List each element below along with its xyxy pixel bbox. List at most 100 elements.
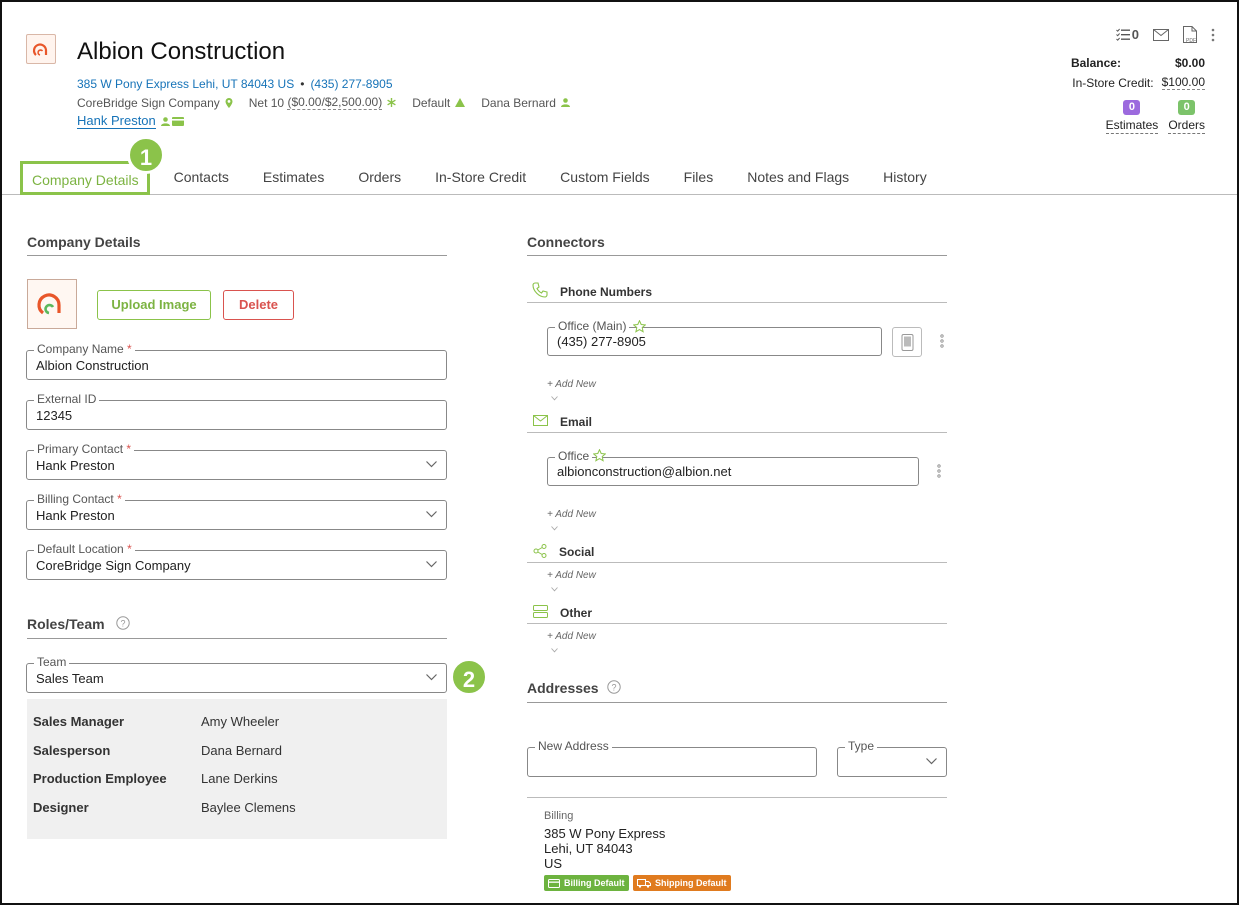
tab-custom-fields[interactable]: Custom Fields: [543, 169, 666, 195]
envelope-icon: [1153, 28, 1169, 41]
phone-numbers-heading: Phone Numbers: [560, 285, 653, 299]
tab-history[interactable]: History: [866, 169, 944, 195]
chevron-down-icon[interactable]: [551, 648, 558, 653]
app-window: Albion Construction 385 W Pony Express L…: [0, 0, 1239, 905]
triangle-icon: [455, 98, 466, 107]
office-phone-field[interactable]: Office (Main) (435) 277-8905: [547, 319, 882, 356]
chevron-down-icon[interactable]: [551, 587, 558, 592]
chevron-down-icon: [426, 674, 437, 681]
envelope-icon: [533, 415, 548, 426]
company-logo-large: [27, 279, 77, 329]
tab-estimates[interactable]: Estimates: [246, 169, 341, 195]
pricing-text: Default: [412, 95, 451, 110]
role-label: Production Employee: [33, 771, 167, 786]
svg-text:?: ?: [611, 683, 616, 693]
help-icon[interactable]: ?: [607, 680, 621, 694]
chevron-down-icon: [426, 461, 437, 468]
orders-count-link[interactable]: 0 Orders: [1168, 100, 1205, 134]
chevron-down-icon[interactable]: [551, 526, 558, 531]
header-actions: 0 PDF: [1115, 26, 1215, 44]
external-id-input[interactable]: 12345: [36, 408, 72, 423]
tab-orders[interactable]: Orders: [341, 169, 418, 195]
role-member: Amy Wheeler: [201, 714, 280, 729]
primary-contact-select[interactable]: Primary Contact * Hank Preston: [26, 442, 447, 480]
delete-image-button[interactable]: Delete: [223, 290, 294, 320]
add-social-link[interactable]: + Add New: [547, 570, 596, 581]
contact-link[interactable]: Hank Preston: [77, 113, 156, 129]
company-name-input[interactable]: Albion Construction: [36, 358, 149, 373]
more-options-button[interactable]: [1211, 28, 1215, 42]
salesperson-text: Dana Bernard: [481, 95, 556, 110]
office-phone-input[interactable]: (435) 277-8905: [557, 334, 646, 349]
add-phone-link[interactable]: + Add New: [547, 379, 596, 390]
company-details-heading: Company Details: [27, 234, 141, 250]
external-id-field[interactable]: External ID 12345: [26, 392, 447, 430]
asterisk-icon: [387, 98, 396, 107]
callout-badge-2: 2: [450, 658, 488, 696]
shipping-default-badge: Shipping Default: [633, 875, 731, 891]
company-logo-small: [26, 34, 56, 64]
star-outline-icon[interactable]: [593, 449, 606, 462]
team-select[interactable]: Team Sales Team: [26, 655, 447, 693]
orders-count-badge: 0: [1178, 100, 1196, 115]
chevron-down-icon[interactable]: [551, 396, 558, 401]
page-title: Albion Construction: [77, 38, 286, 65]
office-email-input[interactable]: albionconstruction@albion.net: [557, 464, 731, 479]
truck-icon: [637, 878, 651, 888]
tasks-button[interactable]: 0: [1115, 27, 1139, 42]
terms-text: Net 10: [248, 95, 285, 110]
star-outline-icon[interactable]: [633, 320, 646, 333]
store-credit-value[interactable]: $100.00: [1161, 75, 1205, 90]
svg-text:?: ?: [120, 619, 125, 629]
billing-address-label: Billing: [544, 810, 574, 822]
count-pills: 0 Estimates 0 Orders: [1105, 100, 1205, 134]
new-address-field[interactable]: New Address: [527, 739, 817, 777]
store-credit-row: In-Store Credit: $100.00: [1072, 75, 1205, 90]
billing-default-badge: Billing Default: [544, 875, 629, 891]
primary-contact-line: Hank Preston: [77, 113, 184, 129]
billing-contact-select[interactable]: Billing Contact * Hank Preston: [26, 492, 447, 530]
balance-label: Balance:: [1070, 56, 1121, 70]
estimates-count-link[interactable]: 0 Estimates: [1105, 100, 1159, 134]
email-more-options-icon[interactable]: [937, 464, 941, 478]
role-label: Sales Manager: [33, 714, 125, 729]
company-name-field[interactable]: Company Name * Albion Construction: [26, 342, 447, 380]
address-type-select[interactable]: Type: [837, 739, 947, 777]
mobile-toggle-button[interactable]: [892, 327, 922, 357]
phone-link[interactable]: (435) 277-8905: [310, 77, 392, 91]
kebab-icon: [1211, 28, 1215, 41]
address-link[interactable]: 385 W Pony Express Lehi, UT 84043 US: [77, 77, 294, 91]
checklist-icon: [1115, 28, 1130, 41]
balance-value: $0.00: [1174, 56, 1205, 70]
role-label: Designer: [33, 800, 89, 815]
email-button[interactable]: [1153, 28, 1169, 41]
help-icon[interactable]: ?: [116, 616, 130, 630]
person-icon: [160, 116, 170, 126]
tab-files[interactable]: Files: [667, 169, 731, 195]
roles-team-heading: Roles/Team: [27, 616, 105, 632]
credit-card-icon: [548, 878, 560, 888]
role-label: Salesperson: [33, 743, 111, 758]
upload-image-button[interactable]: Upload Image: [97, 290, 211, 320]
terms-amount[interactable]: ($0.00/$2,500.00): [287, 95, 383, 110]
addresses-heading: Addresses: [527, 680, 599, 696]
role-member: Baylee Clemens: [201, 800, 296, 815]
role-member: Dana Bernard: [201, 743, 282, 758]
tab-in-store-credit[interactable]: In-Store Credit: [418, 169, 543, 195]
add-other-link[interactable]: + Add New: [547, 631, 596, 642]
pdf-button[interactable]: PDF: [1183, 26, 1197, 44]
store-credit-label: In-Store Credit:: [1072, 75, 1154, 90]
mobile-phone-icon: [901, 334, 914, 351]
map-pin-icon: [225, 97, 233, 108]
default-location-select[interactable]: Default Location * CoreBridge Sign Compa…: [26, 542, 447, 580]
connectors-heading: Connectors: [527, 234, 605, 250]
orders-count-label: Orders: [1168, 118, 1205, 134]
estimates-count-label: Estimates: [1105, 118, 1159, 134]
company-address-line: 385 W Pony Express Lehi, UT 84043 US • (43…: [77, 77, 393, 91]
company-meta-line: CoreBridge Sign Company Net 10 ($0.00/$2…: [77, 95, 570, 110]
phone-more-options-icon[interactable]: [940, 334, 944, 348]
tab-contacts[interactable]: Contacts: [150, 169, 246, 195]
add-email-link[interactable]: + Add New: [547, 509, 596, 520]
tab-notes-and-flags[interactable]: Notes and Flags: [730, 169, 866, 195]
social-heading: Social: [559, 545, 595, 559]
